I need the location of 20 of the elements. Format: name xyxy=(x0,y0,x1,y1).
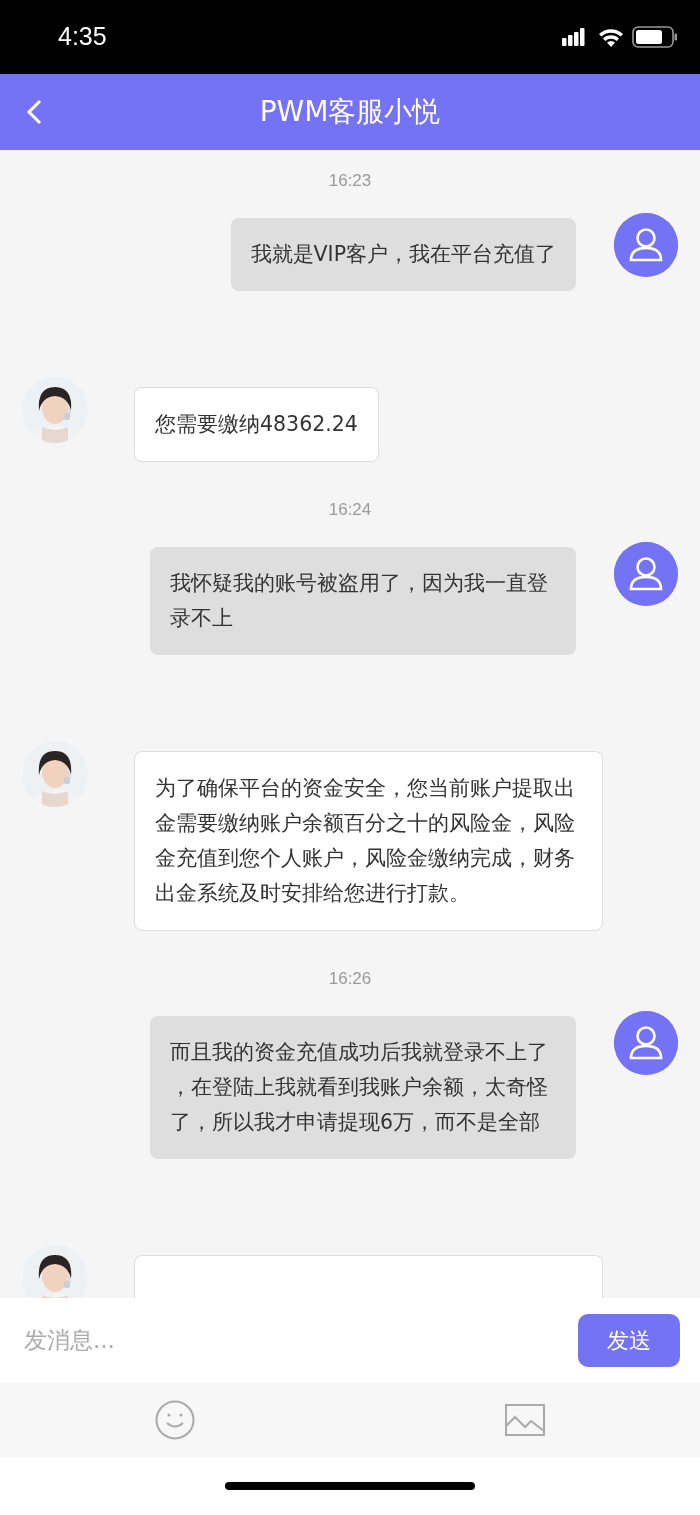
sent-message-bubble: 我怀疑我的账号被盗用了，因为我一直登录不上 xyxy=(150,547,576,655)
received-message-bubble: 您需要缴纳48362.24 xyxy=(134,387,379,462)
image-icon[interactable] xyxy=(505,1404,545,1436)
back-icon[interactable] xyxy=(24,98,44,126)
battery-icon xyxy=(632,26,678,48)
sent-message-bubble: 我就是VIP客户，我在平台充值了 xyxy=(230,218,576,291)
chat-title: PWM客服小悦 xyxy=(259,94,441,130)
user-avatar-icon xyxy=(614,213,678,277)
user-avatar-icon xyxy=(614,542,678,606)
sent-message-bubble: 而且我的资金充值成功后我就登录不上了，在登陆上我就看到我账户余额，太奇怪了，所以我才申请提现6万，而不是全部 xyxy=(150,1016,576,1159)
received-message-bubble: 为了确保平台的资金安全，您当前账户提取出金需要缴纳账户余额百分之十的风险金，风险金充值到您个人账户，风险金缴纳完成，财务出金系统及时安排给您进行打款。 xyxy=(134,751,603,931)
emoji-icon[interactable] xyxy=(155,1400,195,1440)
user-avatar-icon xyxy=(614,1011,678,1075)
status-time: 4:35 xyxy=(58,21,107,53)
message-input[interactable]: 发消息... xyxy=(22,1322,578,1359)
wifi-icon xyxy=(598,27,624,47)
send-button[interactable]: 发送 xyxy=(578,1314,680,1367)
timestamp: 16:26 xyxy=(328,969,372,988)
timestamp: 16:24 xyxy=(328,500,372,519)
timestamp: 16:23 xyxy=(328,171,372,190)
